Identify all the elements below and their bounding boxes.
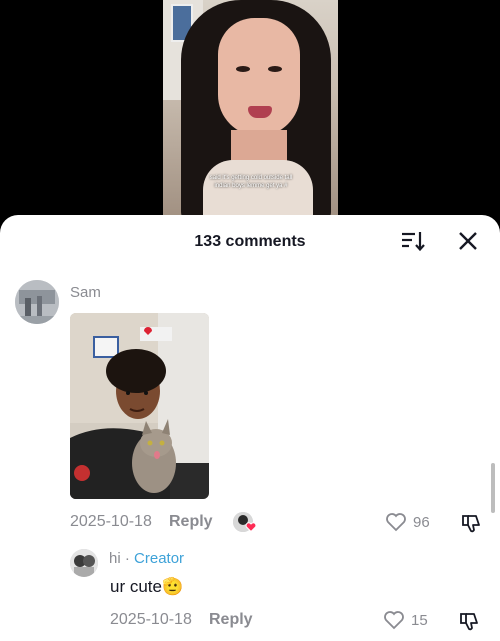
eye	[236, 66, 250, 72]
scrollbar[interactable]	[491, 463, 495, 513]
mouth	[248, 106, 272, 118]
caption-line: indian boys lemme get ya #	[214, 183, 288, 189]
comment-item: hi · Creator ur cute🫡 2025-10-18 Reply 1…	[0, 215, 500, 641]
reply-button[interactable]: Reply	[209, 611, 253, 629]
comment-username: hi · Creator	[109, 550, 184, 567]
video-player[interactable]: said it's getting cold outside tall indi…	[163, 0, 338, 222]
comment-date: 2025-10-18	[110, 611, 192, 628]
creator-badge: Creator	[134, 550, 185, 567]
like-button[interactable]: 15	[383, 610, 428, 630]
heart-icon	[384, 611, 404, 630]
eye	[268, 66, 282, 72]
separator: ·	[120, 550, 135, 567]
comment-text: ur cute🫡	[110, 577, 184, 596]
comments-sheet: 133 comments Sam 2025-10-18 Reply 96 hi …	[0, 215, 500, 641]
person-face	[218, 18, 300, 136]
dislike-icon[interactable]	[458, 610, 480, 632]
like-count: 15	[411, 611, 428, 629]
video-caption: said it's getting cold outside tall indi…	[201, 174, 301, 190]
reply-username[interactable]: hi	[109, 550, 121, 567]
caption-line: said it's getting cold outside tall	[209, 175, 293, 181]
avatar[interactable]	[70, 549, 98, 577]
person-shirt	[203, 160, 313, 222]
